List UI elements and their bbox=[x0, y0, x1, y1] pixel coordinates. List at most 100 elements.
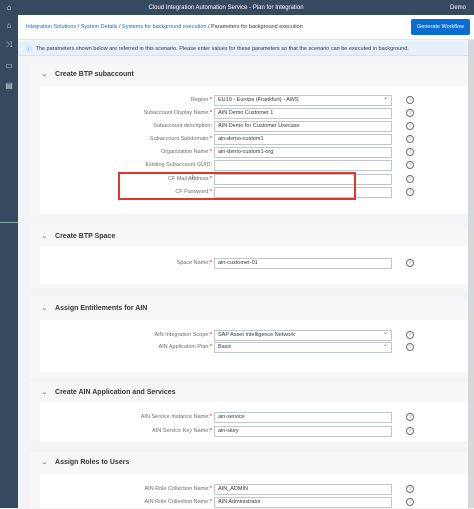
info-icon[interactable]: i bbox=[406, 109, 414, 117]
field-row: Organization Name:* ain-demo-custom1-org… bbox=[40, 147, 468, 159]
list-nav-icon[interactable]: ▤ bbox=[0, 75, 18, 95]
section-header[interactable]: ⌄ Assign Entitlements for AIN bbox=[30, 298, 468, 318]
field-label: Region:* bbox=[190, 97, 212, 103]
section-assign-roles: ⌄ Assign Roles to Users AIN Role Collect… bbox=[30, 452, 468, 508]
breadcrumb-integration-solutions[interactable]: Integration Solutions bbox=[26, 24, 76, 30]
field-label: AIN Role Collection Name:* bbox=[144, 499, 212, 505]
field-row: Subaccount Display Name:* AIN Demo Custo… bbox=[40, 108, 468, 120]
ain-role-collection-name-input-2[interactable]: AIN Administrator bbox=[214, 497, 392, 508]
home-nav-icon[interactable]: ⌂ bbox=[0, 15, 18, 35]
field-row: Subaccount description: AIN Demo for Cus… bbox=[40, 121, 468, 133]
section-create-btp-space: ⌄ Create BTP Space Space Name:* ain-cust… bbox=[30, 226, 468, 290]
field-label: Subaccount description: bbox=[153, 123, 212, 129]
space-name-input[interactable]: ain-customer-01 bbox=[214, 258, 392, 269]
left-navigation: ⌂ ⤨ ▭ ▤ bbox=[0, 15, 18, 508]
section-body: AIN Service Instance Name:* ain-service … bbox=[40, 402, 468, 442]
field-row: AIN Integration Scope:* SAP Asset Intell… bbox=[40, 329, 468, 342]
ain-role-collection-name-input[interactable]: AIN_ADMIN bbox=[214, 484, 392, 495]
section-header[interactable]: ⌄ Create AIN Application and Services bbox=[30, 382, 468, 402]
field-row: AIN Role Collection Name:* AIN_ADMIN i bbox=[40, 484, 468, 496]
generate-workflow-button[interactable]: Generate Workflow bbox=[411, 19, 470, 35]
ain-service-key-name-input[interactable]: ain-skey bbox=[214, 426, 392, 437]
section-title: Create BTP subaccount bbox=[55, 70, 134, 78]
subaccount-subdomain-input[interactable]: ain-demo-custom1 bbox=[214, 134, 392, 145]
text-cursor-icon: I bbox=[192, 175, 194, 181]
field-label: Organization Name:* bbox=[160, 149, 212, 155]
breadcrumb-system-details[interactable]: System Details bbox=[81, 24, 118, 30]
subaccount-description-input[interactable]: AIN Demo for Customer Usecase bbox=[214, 121, 392, 132]
integration-nav-icon[interactable]: ⤨ bbox=[0, 35, 18, 55]
info-icon[interactable]: i bbox=[406, 135, 414, 143]
subaccount-display-name-input[interactable]: AIN Demo Customer 1 bbox=[214, 108, 392, 119]
breadcrumb: Integration Solutions / System Details /… bbox=[26, 24, 303, 30]
info-icon[interactable]: i bbox=[406, 161, 414, 169]
ain-service-instance-name-input[interactable]: ain-service bbox=[214, 412, 392, 423]
field-label: Existing Subaccount GUID: bbox=[145, 162, 212, 168]
section-body: Space Name:* ain-customer-01 i bbox=[40, 246, 468, 284]
field-label: AIN Service Instance Name:* bbox=[140, 414, 212, 420]
field-row: AIN Service Key Name:* ain-skey i bbox=[40, 426, 468, 438]
info-icon[interactable]: i bbox=[406, 413, 414, 421]
chevron-down-icon[interactable]: ⌄ bbox=[42, 71, 47, 78]
info-icon[interactable]: i bbox=[406, 148, 414, 156]
info-icon[interactable]: i bbox=[406, 96, 414, 104]
field-row: AIN Application Plan:* Basic i bbox=[40, 341, 468, 354]
chevron-down-icon[interactable]: ⌄ bbox=[42, 305, 47, 312]
field-row: Subaccount Subdomain:* ain-demo-custom1 … bbox=[40, 134, 468, 146]
field-label: AIN Service Key Name:* bbox=[152, 428, 212, 434]
section-title: Assign Roles to Users bbox=[55, 458, 130, 466]
nav-separator bbox=[0, 222, 18, 223]
section-body: AIN Role Collection Name:* AIN_ADMIN i A… bbox=[40, 474, 468, 508]
breadcrumb-current: Parameters for background execution bbox=[211, 24, 303, 30]
breadcrumb-systems-background[interactable]: Systems for background execution bbox=[122, 24, 206, 30]
field-label: AIN Application Plan:* bbox=[158, 344, 212, 350]
ain-integration-scope-select[interactable]: SAP Asset Intelligence Network bbox=[214, 329, 392, 341]
section-create-ain-application: ⌄ Create AIN Application and Services AI… bbox=[30, 382, 468, 442]
chevron-down-icon[interactable]: ⌄ bbox=[42, 389, 47, 396]
scrollbar[interactable] bbox=[468, 40, 474, 508]
section-header[interactable]: ⌄ Create BTP subaccount bbox=[30, 64, 468, 84]
field-label: Space Name:* bbox=[176, 260, 212, 266]
info-message-text: The parameters shown below are referred … bbox=[35, 45, 409, 52]
existing-subaccount-guid-input[interactable] bbox=[214, 160, 392, 171]
ain-application-plan-select[interactable]: Basic bbox=[214, 341, 392, 353]
info-icon[interactable]: i bbox=[406, 259, 414, 267]
shell-bar: ⌂ Cloud Integration Automation Service -… bbox=[0, 0, 474, 15]
highlight-box bbox=[118, 172, 356, 200]
user-menu[interactable]: Demo bbox=[434, 5, 474, 11]
field-label: AIN Role Collection Name:* bbox=[144, 486, 212, 492]
field-label: Subaccount Display Name:* bbox=[143, 110, 212, 116]
section-header[interactable]: ⌄ Create BTP Space bbox=[30, 226, 468, 246]
info-message-strip: ⓘ The parameters shown below are referre… bbox=[18, 42, 468, 56]
app-title: Cloud Integration Automation Service - P… bbox=[148, 4, 304, 11]
info-icon[interactable]: i bbox=[406, 343, 414, 351]
info-icon[interactable]: i bbox=[406, 175, 414, 183]
section-body: AIN Integration Scope:* SAP Asset Intell… bbox=[40, 320, 468, 372]
field-label: AIN Integration Scope:* bbox=[154, 332, 212, 338]
info-icon[interactable]: i bbox=[406, 485, 414, 493]
info-icon[interactable]: i bbox=[406, 331, 414, 339]
chevron-down-icon[interactable]: ⌄ bbox=[42, 459, 47, 466]
organization-name-input[interactable]: ain-demo-custom1-org bbox=[214, 147, 392, 158]
home-icon[interactable]: ⌂ bbox=[0, 3, 18, 12]
field-row: Region:* EU10 - Europe (Frankfurt) - AWS… bbox=[40, 94, 468, 107]
section-header[interactable]: ⌄ Assign Roles to Users bbox=[30, 452, 468, 472]
info-icon[interactable]: i bbox=[406, 122, 414, 130]
field-row: Existing Subaccount GUID: i bbox=[40, 160, 468, 172]
info-icon: ⓘ bbox=[26, 46, 32, 53]
region-select[interactable]: EU10 - Europe (Frankfurt) - AWS bbox=[214, 94, 392, 106]
info-icon[interactable]: i bbox=[406, 427, 414, 435]
section-assign-entitlements: ⌄ Assign Entitlements for AIN AIN Integr… bbox=[30, 298, 468, 378]
field-row: AIN Role Collection Name:* AIN Administr… bbox=[40, 497, 468, 509]
section-title: Assign Entitlements for AIN bbox=[55, 304, 148, 312]
field-label: Subaccount Subdomain:* bbox=[149, 136, 212, 142]
section-title: Create AIN Application and Services bbox=[55, 388, 176, 396]
field-row: AIN Service Instance Name:* ain-service … bbox=[40, 412, 468, 424]
section-title: Create BTP Space bbox=[55, 232, 116, 240]
chevron-down-icon[interactable]: ⌄ bbox=[42, 233, 47, 240]
breadcrumb-bar: Integration Solutions / System Details /… bbox=[18, 15, 474, 40]
field-row: Space Name:* ain-customer-01 i bbox=[40, 258, 468, 270]
info-icon[interactable]: i bbox=[406, 498, 414, 506]
monitor-nav-icon[interactable]: ▭ bbox=[0, 55, 18, 75]
info-icon[interactable]: i bbox=[406, 188, 414, 196]
